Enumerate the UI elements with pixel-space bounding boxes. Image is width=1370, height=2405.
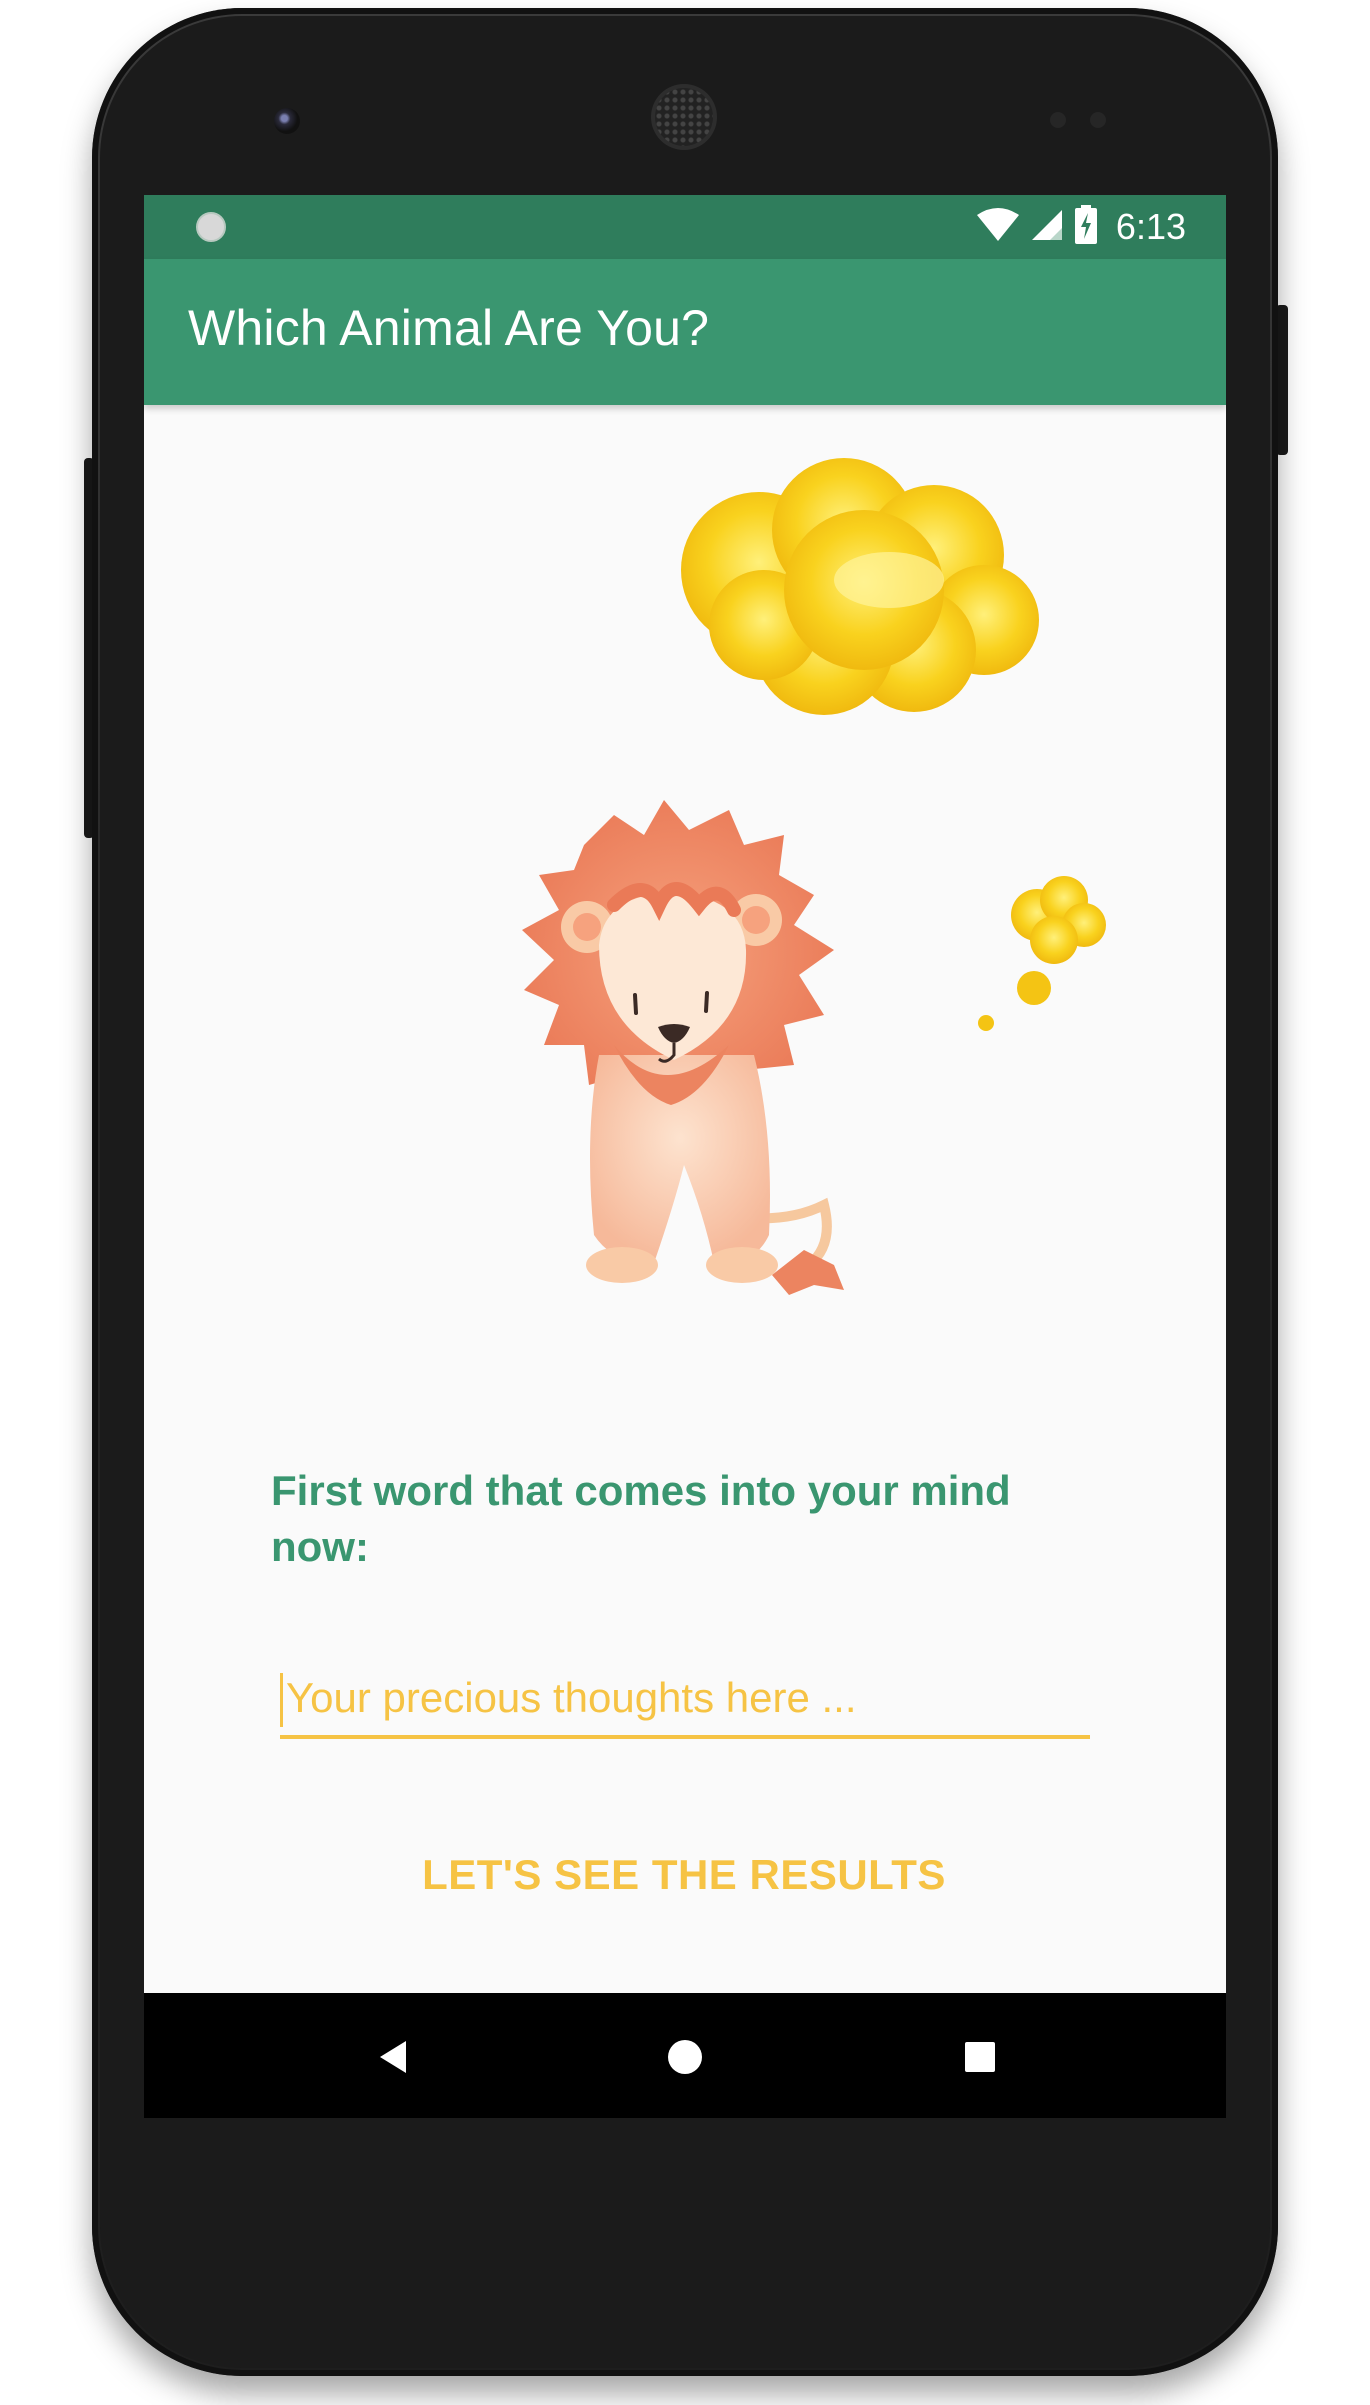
home-icon[interactable] [657, 2029, 713, 2085]
question-prompt: First word that comes into your mind now… [271, 1467, 1011, 1570]
wifi-icon [976, 207, 1020, 248]
light-sensor [1090, 112, 1106, 128]
front-camera [274, 108, 300, 134]
status-time: 6:13 [1115, 206, 1186, 247]
app-screen: 6:13 Which Animal Are You? First word th… [144, 195, 1226, 2118]
app-title: Which Animal Are You? [188, 300, 710, 356]
device-frame: 6:13 Which Animal Are You? First word th… [0, 0, 1370, 2405]
answer-input[interactable] [280, 1665, 1090, 1731]
answer-field-container [280, 1665, 1090, 1739]
signal-icon [1030, 208, 1064, 247]
status-bar: 6:13 [144, 195, 1226, 259]
lion-thought-illustration [522, 458, 1106, 1295]
earpiece-speaker [655, 88, 713, 146]
battery-charging-icon [1074, 204, 1098, 250]
sync-icon [196, 212, 226, 242]
text-cursor [280, 1673, 283, 1727]
status-indicators: 6:13 [976, 203, 1186, 251]
back-icon[interactable] [366, 2029, 422, 2085]
recents-icon[interactable] [952, 2029, 1008, 2085]
app-bar: Which Animal Are You? [144, 259, 1226, 405]
proximity-sensor [1050, 112, 1066, 128]
navigation-bar [144, 1993, 1226, 2118]
see-results-button[interactable]: LET'S SEE THE RESULTS [384, 1840, 984, 1910]
lion-illustration [522, 800, 844, 1295]
